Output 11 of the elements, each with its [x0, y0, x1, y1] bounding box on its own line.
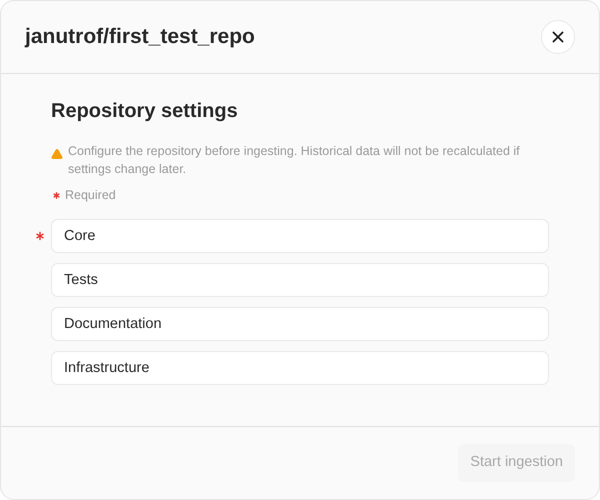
dialog-title: janutrof/first_test_repo	[25, 24, 255, 50]
warning-icon	[51, 148, 63, 160]
required-icon	[51, 190, 62, 201]
required-legend: Required	[65, 186, 116, 205]
warning-text: Configure the repository before ingesting. Historical data will not be recalculated if settings change later.	[68, 143, 521, 178]
input-field[interactable]: Documentation	[51, 306, 549, 341]
section-heading: Repository settings	[51, 99, 239, 124]
input-field[interactable]: Core	[51, 218, 549, 253]
input-field[interactable]: Infrastructure	[51, 350, 549, 385]
input-field[interactable]: Tests	[51, 262, 549, 297]
close-button[interactable]	[541, 20, 575, 54]
